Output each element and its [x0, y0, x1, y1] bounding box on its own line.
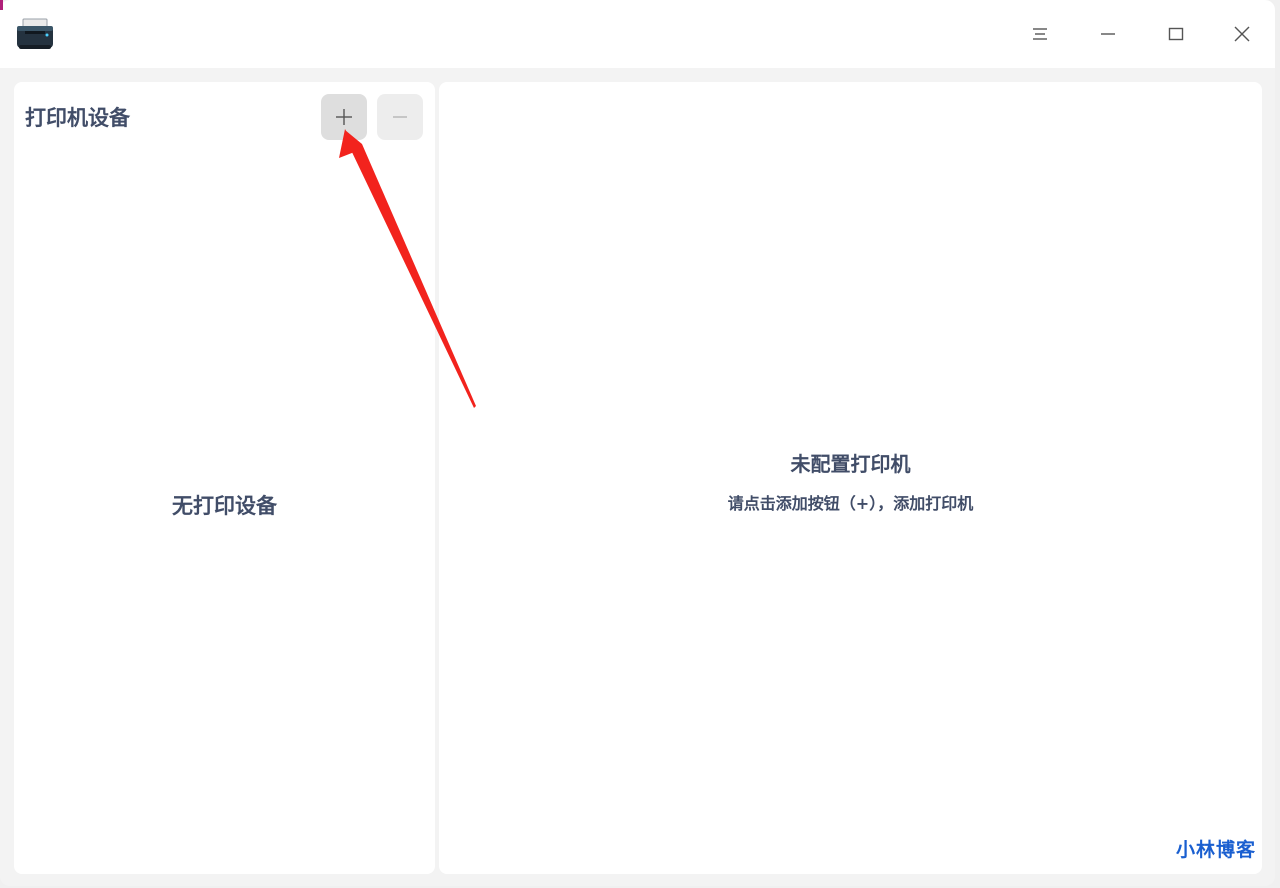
- printer-device-list-panel: 打印机设备 无打印设备: [14, 82, 435, 874]
- window-edge-accent: [0, 0, 3, 10]
- no-printer-configured-title: 未配置打印机: [790, 452, 911, 476]
- titlebar: [0, 0, 1275, 68]
- printer-icon: [15, 17, 55, 53]
- printer-manager-window: 打印机设备 无打印设备 未配置打印机 请点击添加按钮（+），添加打印机: [0, 0, 1275, 886]
- no-devices-text: 无打印设备: [172, 494, 277, 518]
- watermark: 小林博客: [1175, 839, 1256, 861]
- add-printer-button[interactable]: [321, 94, 367, 140]
- minus-icon: [393, 116, 407, 118]
- maximize-icon[interactable]: [1156, 14, 1196, 54]
- remove-printer-button[interactable]: [377, 94, 423, 140]
- panel-title: 打印机设备: [25, 106, 130, 130]
- printer-detail-panel: 未配置打印机 请点击添加按钮（+），添加打印机: [439, 82, 1262, 874]
- close-icon[interactable]: [1222, 14, 1262, 54]
- hamburger-menu-icon[interactable]: [1020, 14, 1060, 54]
- minimize-icon[interactable]: [1088, 14, 1128, 54]
- plus-icon: [336, 109, 352, 125]
- add-printer-hint: 请点击添加按钮（+），添加打印机: [727, 494, 974, 513]
